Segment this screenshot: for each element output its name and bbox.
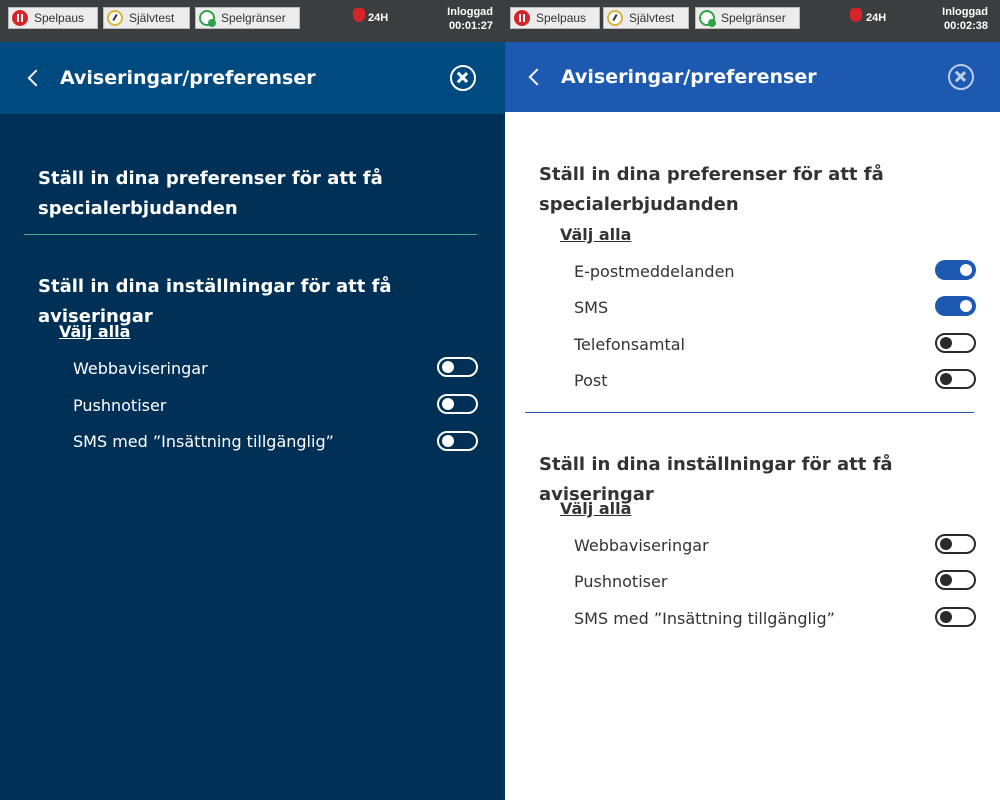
offers-select-all-link[interactable]: Välj alla: [560, 225, 631, 244]
limits-icon: [699, 10, 716, 27]
pref-label-web: Webbaviseringar: [574, 536, 709, 555]
page-title: Aviseringar/preferenser: [561, 66, 817, 88]
pause-icon: [514, 10, 530, 26]
toggle-knob: [960, 264, 972, 276]
spelgranser-button[interactable]: Spelgränser: [195, 7, 300, 29]
pref-label-push: Pushnotiser: [574, 572, 668, 591]
left-screen: Spelpaus Självtest Spelgränser 24H Inlog…: [0, 0, 505, 800]
toggle-web-notifications[interactable]: [935, 534, 976, 554]
hand-stop-icon: [850, 8, 862, 22]
close-icon[interactable]: [450, 65, 476, 91]
section-divider: [24, 234, 477, 235]
toggle-knob: [940, 373, 952, 385]
page-header: Aviseringar/preferenser: [0, 42, 505, 114]
toggle-email[interactable]: [935, 260, 976, 280]
page-title: Aviseringar/preferenser: [60, 67, 316, 89]
spelpaus-button[interactable]: Spelpaus: [8, 7, 98, 29]
section-divider: [525, 412, 974, 413]
back-arrow-icon[interactable]: [27, 69, 45, 87]
toggle-sms-deposit[interactable]: [935, 607, 976, 627]
pref-label-phone: Telefonsamtal: [574, 335, 685, 354]
toggle-phone[interactable]: [935, 333, 976, 353]
toggle-knob: [940, 611, 952, 623]
sjalvtest-label: Självtest: [629, 11, 675, 25]
pref-label-sms-deposit: SMS med ”Insättning tillgänglig”: [574, 609, 835, 628]
toggle-web-notifications[interactable]: [437, 357, 478, 377]
toggle-knob: [442, 435, 454, 447]
offers-section-title: Ställ in dina preferenser för att få spe…: [539, 164, 884, 215]
toggle-knob: [940, 538, 952, 550]
toggle-knob: [442, 361, 454, 373]
pref-label-push: Pushnotiser: [73, 396, 167, 415]
offers-section-title: Ställ in dina preferenser för att få spe…: [38, 168, 383, 219]
pref-label-sms: SMS: [574, 298, 609, 317]
pref-label-sms-deposit: SMS med ”Insättning tillgänglig”: [73, 432, 334, 451]
notifications-select-all-link[interactable]: Välj alla: [560, 499, 631, 518]
toggle-sms-deposit[interactable]: [437, 431, 478, 451]
login-status: Inloggad 00:02:38: [942, 5, 988, 33]
gauge-icon: [107, 10, 123, 26]
limits-icon: [199, 10, 216, 27]
page-header: Aviseringar/preferenser: [505, 42, 1000, 112]
toggle-push-notifications[interactable]: [437, 394, 478, 414]
login-label: Inloggad: [447, 6, 493, 18]
login-status: Inloggad 00:01:27: [447, 5, 493, 33]
gauge-icon: [607, 10, 623, 26]
24h-badge: 24H: [368, 12, 389, 24]
toggle-knob: [940, 337, 952, 349]
sjalvtest-label: Självtest: [129, 11, 175, 25]
select-all-link[interactable]: Välj alla: [59, 322, 130, 341]
pref-label-web: Webbaviseringar: [73, 359, 208, 378]
spelpaus-label: Spelpaus: [536, 11, 587, 25]
system-bar: Spelpaus Självtest Spelgränser 24H Inlog…: [0, 0, 505, 42]
pref-label-email: E-postmeddelanden: [574, 262, 735, 281]
spelpaus-label: Spelpaus: [34, 11, 85, 25]
spelgranser-label: Spelgränser: [721, 11, 786, 25]
session-timer: 00:01:27: [448, 20, 493, 32]
pref-label-post: Post: [574, 371, 608, 390]
spelpaus-button[interactable]: Spelpaus: [510, 7, 600, 29]
toggle-knob: [960, 300, 972, 312]
back-arrow-icon[interactable]: [528, 68, 546, 86]
toggle-sms[interactable]: [935, 296, 976, 316]
pause-icon: [12, 10, 28, 26]
hand-stop-icon: [353, 8, 365, 22]
spelgranser-label: Spelgränser: [221, 11, 286, 25]
toggle-knob: [940, 574, 952, 586]
sjalvtest-button[interactable]: Självtest: [103, 7, 190, 29]
toggle-post[interactable]: [935, 369, 976, 389]
24h-badge: 24H: [866, 12, 887, 24]
login-label: Inloggad: [942, 6, 988, 18]
toggle-push-notifications[interactable]: [935, 570, 976, 590]
sjalvtest-button[interactable]: Självtest: [603, 7, 689, 29]
close-icon[interactable]: [948, 64, 974, 90]
spelgranser-button[interactable]: Spelgränser: [695, 7, 800, 29]
system-bar: Spelpaus Självtest Spelgränser 24H Inlog…: [505, 0, 1000, 42]
session-timer: 00:02:38: [943, 20, 988, 32]
right-screen: Spelpaus Självtest Spelgränser 24H Inlog…: [505, 0, 1000, 800]
toggle-knob: [442, 398, 454, 410]
